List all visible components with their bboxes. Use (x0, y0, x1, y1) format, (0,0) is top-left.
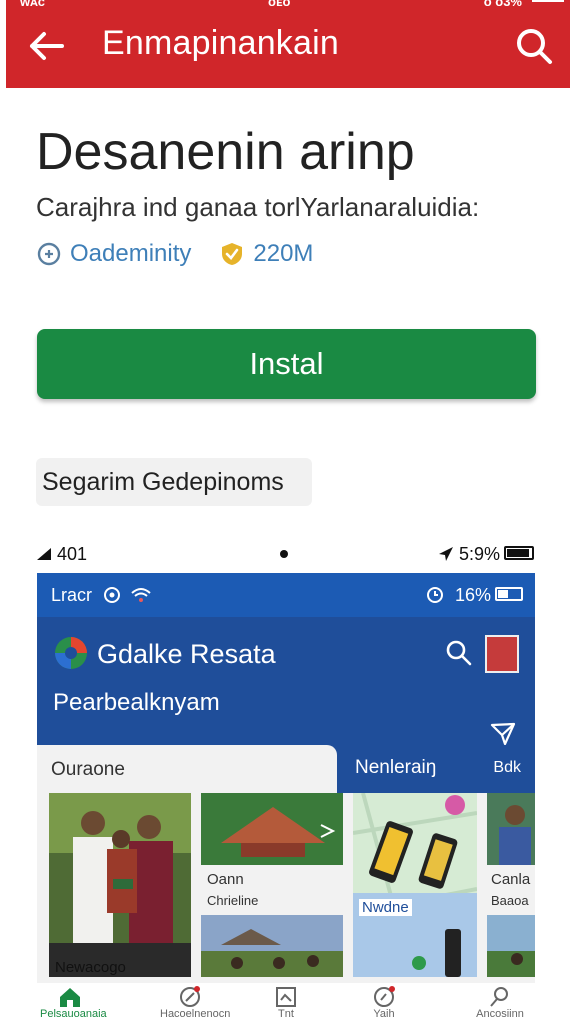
preview-card-hut[interactable]: Oann Chrieline (201, 793, 343, 977)
search-button[interactable] (512, 24, 558, 68)
settings-icon (104, 587, 121, 603)
clock-icon (426, 587, 443, 603)
preview-card-map[interactable]: Nwdne (353, 793, 477, 977)
nav-account[interactable]: Ancosiinn (470, 986, 530, 1024)
preview-tab-left[interactable]: Ouraone (37, 745, 337, 793)
battery-icon (532, 0, 564, 2)
preview-header: Gdalke Resata Pearbealknyam (37, 617, 535, 745)
nav-gallery-label: Tnt (278, 1008, 294, 1020)
preview-inner-status: Lracr 16% (37, 573, 535, 617)
preview-content: Newacogo Oann Chrieline Nwdne Canla Baao… (37, 793, 535, 983)
nav-notifications[interactable]: Yaih (354, 986, 414, 1024)
preview-carrier-text: Lracr (51, 585, 93, 605)
send-icon[interactable] (489, 721, 517, 747)
app-bar-title: Enmapinankain (102, 24, 339, 62)
people-photo-image (49, 793, 191, 977)
wifi-icon (131, 588, 151, 602)
preview-card-person-line2: Baaoa (491, 893, 529, 908)
top-app-bar: ᴡᴀᴄ ᴏᴇ̃ᴏ ᴏ ᴏ3% Enmapinankain (6, 0, 570, 88)
signal-text: 401 (57, 544, 88, 564)
compass-icon (180, 986, 200, 1007)
search-icon[interactable] (445, 639, 473, 667)
app-category[interactable]: Oademinity (70, 240, 191, 268)
notification-icon (374, 986, 395, 1007)
camera-dot (280, 550, 288, 558)
app-title: Desanenin arinp (36, 123, 415, 181)
app-logo-icon (55, 637, 87, 669)
nav-home[interactable]: Pelsauoanaia (40, 986, 107, 1024)
back-button[interactable] (24, 26, 68, 66)
verified-badge-icon (222, 243, 243, 265)
preview-tab-right-extra: Bdk (493, 759, 521, 776)
app-size: 220M (253, 240, 314, 267)
phones-map-image (353, 793, 477, 977)
landscape-image (487, 915, 535, 977)
preview-app-name: Gdalke Resata (97, 639, 276, 669)
nav-gallery[interactable]: Tnt (256, 986, 316, 1024)
nav-notifications-label: Yaih (373, 1008, 395, 1020)
app-preview-screenshot[interactable]: Lracr 16% Gdalke Resata Pearbealknyam Ou… (37, 573, 535, 983)
preview-tab-right[interactable]: Nenleraiŋ Bdk (337, 745, 535, 793)
bottom-nav: Pelsauoanaia Hacoelnenocn Tnt Yaih Ancos… (36, 984, 536, 1024)
nav-explore-label: Hacoelnenocn (160, 1008, 231, 1020)
preview-card-line2: Chrieline (207, 893, 259, 908)
community-icon (37, 242, 61, 266)
home-icon (60, 988, 80, 1007)
status-right: ᴏ ᴏ3% (483, 0, 522, 9)
nav-explore[interactable]: Hacoelnenocn (160, 986, 231, 1024)
nav-home-label: Pelsauoanaia (40, 1008, 107, 1020)
signal-readout: 401 (36, 544, 87, 565)
preview-card-person-line1: Canla (491, 871, 531, 888)
install-button[interactable]: Instal (37, 329, 536, 399)
preview-page-title: Pearbealknyam (53, 689, 220, 716)
preview-status-bar: 401 5:9% (36, 540, 536, 568)
battery-icon (495, 587, 523, 601)
status-center: ᴏᴇ̃ᴏ (268, 0, 291, 9)
account-icon (490, 987, 508, 1007)
status-bar: ᴡᴀᴄ ᴏᴇ̃ᴏ ᴏ ᴏ3% (6, 0, 570, 9)
hut-image (201, 793, 343, 865)
battery-icon (504, 546, 534, 560)
battery-text: 5:9% (458, 544, 500, 564)
signal-icon (37, 548, 51, 560)
preview-card-line1: Oann (207, 871, 244, 888)
battery-readout: 5:9% (438, 544, 500, 565)
preview-carrier: Lracr (51, 585, 152, 606)
preview-card-people[interactable]: Newacogo (49, 793, 191, 977)
preview-tab-right-label: Nenleraiŋ (355, 757, 437, 778)
arrow-left-icon (30, 32, 64, 60)
search-icon (517, 29, 552, 64)
section-chip[interactable]: Segarim Gedepinoms (36, 458, 312, 506)
profile-badge-icon[interactable] (485, 635, 519, 673)
person-image (487, 793, 535, 865)
gallery-icon (276, 987, 296, 1007)
village-image (201, 915, 343, 977)
nav-account-label: Ancosiinn (476, 1008, 524, 1020)
preview-card-person[interactable]: Canla Baaoa (487, 793, 535, 977)
preview-card-caption: Newacogo (55, 959, 126, 976)
preview-card-map-label: Nwdne (359, 899, 412, 916)
status-left: ᴡᴀᴄ (20, 0, 45, 9)
app-meta: Oademinity 220M (36, 238, 313, 270)
preview-battery: 16% (426, 585, 491, 606)
location-icon (438, 547, 453, 561)
app-subtitle: Carajhra ind ganaa torlYarlanaraluidia: (36, 192, 480, 222)
preview-battery-text: 16% (454, 585, 491, 605)
